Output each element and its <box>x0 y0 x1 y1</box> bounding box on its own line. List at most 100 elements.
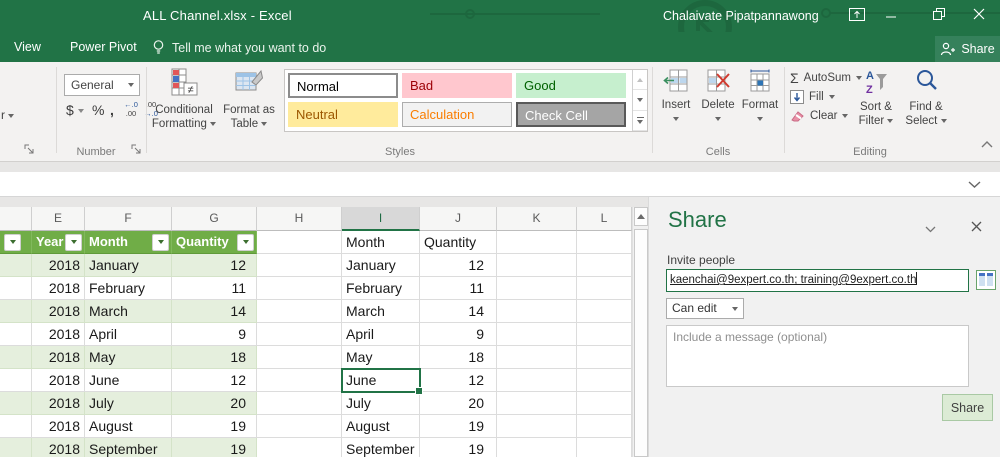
cell-quantity[interactable]: 20 <box>172 392 257 415</box>
share-submit-button[interactable]: Share <box>942 394 993 421</box>
column-header-F[interactable]: F <box>85 207 172 231</box>
cell-quantity[interactable]: 12 <box>172 254 257 277</box>
cell-year[interactable]: 2018 <box>32 277 85 300</box>
cell-right-quantity[interactable]: 12 <box>420 369 497 392</box>
cell-empty[interactable] <box>577 415 632 438</box>
cell-empty[interactable] <box>257 438 342 457</box>
cell-year[interactable]: 2018 <box>32 323 85 346</box>
filter-button[interactable] <box>4 233 21 251</box>
cell-right-header-quantity[interactable]: Quantity <box>420 231 497 254</box>
cell-empty[interactable] <box>577 346 632 369</box>
insert-cells-button[interactable]: Insert <box>656 68 696 125</box>
delete-cells-button[interactable]: Delete <box>698 68 738 125</box>
cell-empty[interactable] <box>577 438 632 457</box>
scrollbar-thumb[interactable] <box>634 229 648 457</box>
find-select-button[interactable]: Find & Select <box>902 68 950 128</box>
cell-right-quantity[interactable]: 11 <box>420 277 497 300</box>
cell-empty[interactable] <box>577 277 632 300</box>
cell-year[interactable]: 2018 <box>32 392 85 415</box>
cell-month[interactable]: September <box>85 438 172 457</box>
cell-empty[interactable] <box>577 231 632 254</box>
clipped-border-button[interactable]: r <box>1 108 15 122</box>
cell-quantity[interactable]: 19 <box>172 415 257 438</box>
tell-me-box[interactable]: Tell me what you want to do <box>152 39 326 56</box>
cell-empty[interactable] <box>497 231 577 254</box>
ribbon-display-options-icon[interactable] <box>840 0 874 28</box>
column-header-L[interactable]: L <box>577 207 632 231</box>
cell-empty[interactable] <box>497 369 577 392</box>
cell-year[interactable]: 2018 <box>32 346 85 369</box>
permission-dropdown[interactable]: Can edit <box>666 298 744 319</box>
cell-quantity[interactable]: 12 <box>172 369 257 392</box>
style-chip-check-cell[interactable]: Check Cell <box>516 102 626 127</box>
address-book-icon[interactable] <box>976 270 996 290</box>
cell-clipped[interactable] <box>0 323 32 346</box>
sort-filter-button[interactable]: A Z Sort & Filter <box>852 68 900 128</box>
conditional-formatting-button[interactable]: ≠ Conditional Formatting <box>150 68 218 131</box>
cell-month[interactable]: July <box>85 392 172 415</box>
cell-clipped[interactable] <box>0 415 32 438</box>
account-user-name[interactable]: Chalaivate Pipatpannawong <box>663 9 819 23</box>
cell-right-quantity[interactable]: 14 <box>420 300 497 323</box>
fill-button[interactable]: Fill <box>790 90 835 104</box>
message-textarea[interactable]: Include a message (optional) <box>666 325 969 387</box>
cell-empty[interactable] <box>257 323 342 346</box>
cell-right-quantity[interactable]: 9 <box>420 323 497 346</box>
column-header-E[interactable]: E <box>32 207 85 231</box>
cell-header-quantity[interactable]: Quantity <box>172 231 257 254</box>
column-header-H[interactable]: H <box>257 207 342 231</box>
cell-clipped[interactable] <box>0 277 32 300</box>
filter-button[interactable] <box>152 233 169 251</box>
cell-header-month[interactable]: Month <box>85 231 172 254</box>
cell-year[interactable]: 2018 <box>32 300 85 323</box>
cell-empty[interactable] <box>497 300 577 323</box>
cell-empty[interactable] <box>257 300 342 323</box>
cell-month[interactable]: February <box>85 277 172 300</box>
cell-empty[interactable] <box>497 392 577 415</box>
cell-clipped[interactable] <box>0 392 32 415</box>
cell-right-quantity[interactable]: 19 <box>420 438 497 457</box>
cell-right-month[interactable]: August <box>342 415 420 438</box>
cell-empty[interactable] <box>577 254 632 277</box>
cell-empty[interactable] <box>257 254 342 277</box>
cell-header-year[interactable]: Year <box>32 231 85 254</box>
cell-month[interactable]: June <box>85 369 172 392</box>
minimize-icon[interactable] <box>874 0 908 28</box>
cell-clipped[interactable] <box>0 300 32 323</box>
cell-right-month[interactable]: May <box>342 346 420 369</box>
cell-right-quantity[interactable]: 12 <box>420 254 497 277</box>
format-as-table-button[interactable]: Format as Table <box>218 68 280 131</box>
cell-clipped[interactable] <box>0 346 32 369</box>
cell-empty[interactable] <box>497 323 577 346</box>
cell-right-month[interactable]: September <box>342 438 420 457</box>
cell-right-month[interactable]: February <box>342 277 420 300</box>
cell-right-month[interactable]: July <box>342 392 420 415</box>
cell-empty[interactable] <box>257 392 342 415</box>
close-window-icon[interactable] <box>962 0 996 28</box>
cell-empty[interactable] <box>257 415 342 438</box>
cell-empty[interactable] <box>577 392 632 415</box>
cell-right-month[interactable]: January <box>342 254 420 277</box>
number-format-dropdown[interactable]: General <box>64 74 140 96</box>
cell-month[interactable]: May <box>85 346 172 369</box>
cell-month[interactable]: August <box>85 415 172 438</box>
cell-right-quantity[interactable]: 19 <box>420 415 497 438</box>
cell-empty[interactable] <box>257 231 342 254</box>
cell-right-quantity[interactable]: 20 <box>420 392 497 415</box>
expand-formula-bar-icon[interactable] <box>968 181 981 189</box>
gallery-more-icon[interactable] <box>633 111 647 131</box>
gallery-scroll-down-icon[interactable] <box>633 90 647 111</box>
column-header-I[interactable]: I <box>342 207 420 231</box>
cell-empty[interactable] <box>257 346 342 369</box>
cell-clipped[interactable] <box>0 254 32 277</box>
dialog-launcher-icon[interactable] <box>24 144 36 156</box>
cell-empty[interactable] <box>497 415 577 438</box>
tab-power-pivot[interactable]: Power Pivot <box>70 40 137 54</box>
invite-recipients-input[interactable]: kaenchai@9expert.co.th; training@9expert… <box>666 269 969 292</box>
cell-quantity[interactable]: 14 <box>172 300 257 323</box>
cell-year[interactable]: 2018 <box>32 415 85 438</box>
cell-empty[interactable] <box>577 323 632 346</box>
cell-year[interactable]: 2018 <box>32 438 85 457</box>
filter-button[interactable] <box>65 233 82 251</box>
cell-empty[interactable] <box>497 254 577 277</box>
